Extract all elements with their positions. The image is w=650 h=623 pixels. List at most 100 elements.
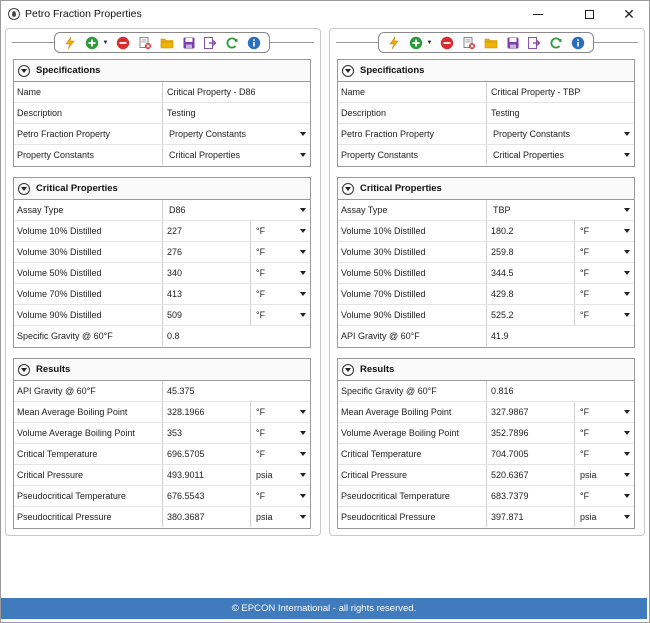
export-icon[interactable]: [203, 36, 217, 50]
property-constants-row-select[interactable]: Critical Properties: [486, 145, 635, 165]
volume-distilled-row-field[interactable]: 259.8: [486, 242, 574, 262]
collapse-chevron-icon[interactable]: [18, 64, 30, 77]
property-constants-row-select[interactable]: Critical Properties: [162, 145, 311, 165]
volume-distilled-row-unit-select[interactable]: °F: [250, 263, 311, 283]
save-icon[interactable]: [506, 36, 520, 50]
volume-distilled-row-field[interactable]: 509: [162, 305, 250, 325]
collapse-chevron-icon[interactable]: [342, 64, 354, 77]
result-row-unit-select[interactable]: °F: [574, 486, 635, 506]
result-row-unit-select[interactable]: °F: [250, 486, 311, 506]
field-value: Property Constants: [493, 129, 571, 139]
result-gravity-row-field[interactable]: 45.375: [162, 381, 311, 401]
gravity-row-field[interactable]: 41.9: [486, 326, 635, 346]
result-row-unit-select[interactable]: °F: [574, 402, 635, 422]
result-row-field[interactable]: 520.6367: [486, 465, 574, 485]
gravity-row: API Gravity @ 60°F 41.9: [338, 326, 634, 347]
collapse-chevron-icon[interactable]: [18, 182, 30, 195]
result-row-field[interactable]: 704.7005: [486, 444, 574, 464]
result-row-unit-select[interactable]: °F: [250, 402, 311, 422]
result-row-unit-select[interactable]: psia: [250, 507, 311, 527]
refresh-icon[interactable]: [225, 36, 239, 50]
toolbar: ▼: [378, 32, 594, 53]
result-gravity-row-field[interactable]: 0.816: [486, 381, 635, 401]
add-dropdown-caret-icon[interactable]: ▼: [102, 40, 108, 46]
result-row-field[interactable]: 696.5705: [162, 444, 250, 464]
lightning-icon[interactable]: [63, 36, 77, 50]
petro-fraction-property-row-select[interactable]: Property Constants: [162, 124, 311, 144]
result-row-unit-select[interactable]: psia: [574, 507, 635, 527]
result-row-field[interactable]: 683.7379: [486, 486, 574, 506]
assay-type-row-select[interactable]: D86: [162, 200, 311, 220]
volume-distilled-row-unit-select[interactable]: °F: [250, 284, 311, 304]
add-icon[interactable]: [85, 36, 99, 50]
save-icon[interactable]: [182, 36, 196, 50]
refresh-icon[interactable]: [549, 36, 563, 50]
petro-fraction-property-row-select[interactable]: Property Constants: [486, 124, 635, 144]
export-icon[interactable]: [527, 36, 541, 50]
name-row-field[interactable]: Critical Property - D86: [162, 82, 311, 102]
volume-distilled-row-field[interactable]: 429.8: [486, 284, 574, 304]
result-row-field[interactable]: 327.9867: [486, 402, 574, 422]
close-button[interactable]: ✕: [607, 1, 650, 27]
result-row-field[interactable]: 493.9011: [162, 465, 250, 485]
collapse-chevron-icon[interactable]: [18, 363, 30, 376]
volume-distilled-row-field[interactable]: 227: [162, 221, 250, 241]
volume-distilled-row-unit-select[interactable]: °F: [574, 221, 635, 241]
lightning-icon[interactable]: [387, 36, 401, 50]
info-icon[interactable]: [571, 36, 585, 50]
assay-type-row: Assay Type TBP: [338, 200, 634, 221]
volume-distilled-row-field[interactable]: 340: [162, 263, 250, 283]
description-row-field[interactable]: Testing: [486, 103, 635, 123]
result-row-unit-select[interactable]: °F: [574, 444, 635, 464]
field-label: Volume 10% Distilled: [17, 226, 102, 236]
remove-icon[interactable]: [116, 36, 130, 50]
gravity-row-field[interactable]: 0.8: [162, 326, 311, 346]
field-label: Volume Average Boiling Point: [17, 428, 135, 438]
result-row-unit-select[interactable]: °F: [250, 423, 311, 443]
volume-distilled-row-unit-select[interactable]: °F: [574, 284, 635, 304]
volume-distilled-row-field[interactable]: 525.2: [486, 305, 574, 325]
volume-distilled-row-unit-select[interactable]: °F: [250, 305, 311, 325]
collapse-chevron-icon[interactable]: [342, 363, 354, 376]
result-row-unit-select[interactable]: °F: [574, 423, 635, 443]
result-row: Critical Pressure 493.9011 psia: [14, 465, 310, 486]
chevron-down-icon: [624, 452, 630, 456]
field-label: Description: [341, 108, 387, 118]
minimize-button[interactable]: [516, 1, 560, 27]
open-folder-icon[interactable]: [160, 36, 174, 50]
volume-distilled-row-field[interactable]: 180.2: [486, 221, 574, 241]
result-row-field[interactable]: 397.871: [486, 507, 574, 527]
open-folder-icon[interactable]: [484, 36, 498, 50]
collapse-chevron-icon[interactable]: [342, 182, 354, 195]
result-row-field[interactable]: 380.3687: [162, 507, 250, 527]
result-row-field[interactable]: 353: [162, 423, 250, 443]
remove-icon[interactable]: [440, 36, 454, 50]
result-row-unit-select[interactable]: psia: [250, 465, 311, 485]
field-value: Testing: [491, 108, 520, 118]
delete-list-icon[interactable]: [462, 36, 476, 50]
maximize-button[interactable]: [567, 1, 611, 27]
result-row-unit-select[interactable]: °F: [250, 444, 311, 464]
volume-distilled-row-unit-select[interactable]: °F: [574, 305, 635, 325]
volume-distilled-row-unit-select[interactable]: °F: [574, 242, 635, 262]
chevron-down-icon: [624, 431, 630, 435]
info-icon[interactable]: [247, 36, 261, 50]
add-dropdown-caret-icon[interactable]: ▼: [426, 40, 432, 46]
result-row-field[interactable]: 352.7896: [486, 423, 574, 443]
unit-value: °F: [256, 247, 266, 257]
assay-type-row-select[interactable]: TBP: [486, 200, 635, 220]
add-icon[interactable]: [409, 36, 423, 50]
result-row-field[interactable]: 676.5543: [162, 486, 250, 506]
volume-distilled-row-unit-select[interactable]: °F: [574, 263, 635, 283]
volume-distilled-row-field[interactable]: 344.5: [486, 263, 574, 283]
description-row-field[interactable]: Testing: [162, 103, 311, 123]
volume-distilled-row-unit-select[interactable]: °F: [250, 221, 311, 241]
result-row-unit-select[interactable]: psia: [574, 465, 635, 485]
volume-distilled-row-field[interactable]: 413: [162, 284, 250, 304]
delete-list-icon[interactable]: [138, 36, 152, 50]
volume-distilled-row-field[interactable]: 276: [162, 242, 250, 262]
chevron-down-icon: [300, 494, 306, 498]
result-row-field[interactable]: 328.1966: [162, 402, 250, 422]
volume-distilled-row-unit-select[interactable]: °F: [250, 242, 311, 262]
name-row-field[interactable]: Critical Property - TBP: [486, 82, 635, 102]
